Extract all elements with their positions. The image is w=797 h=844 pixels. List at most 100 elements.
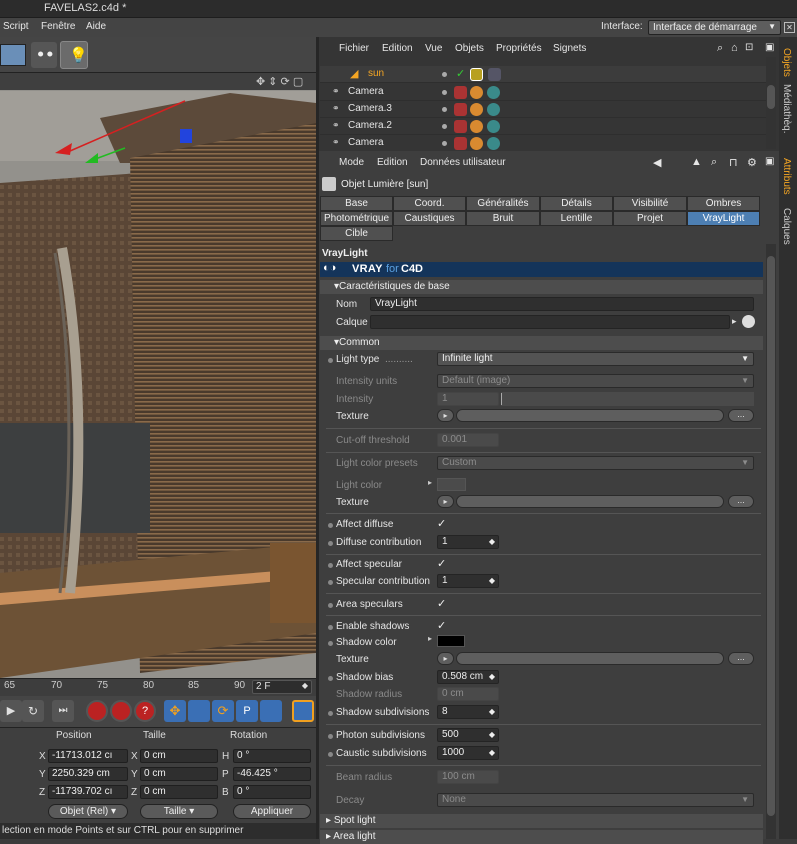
intensity-slider[interactable] bbox=[501, 392, 754, 406]
timeline-icon[interactable] bbox=[292, 700, 314, 722]
help-key-icon[interactable]: ? bbox=[134, 700, 156, 722]
side-tab-attributs[interactable]: Attributs bbox=[781, 158, 792, 195]
animation-dot[interactable] bbox=[328, 580, 333, 585]
menu-script[interactable]: Script bbox=[3, 21, 29, 32]
grid-icon[interactable] bbox=[0, 44, 26, 66]
light-bulb-icon[interactable]: 💡 bbox=[60, 41, 88, 69]
tab-projet[interactable]: Projet bbox=[613, 211, 687, 226]
stepper-icon[interactable]: ◆ bbox=[489, 536, 495, 548]
protection-tag-icon[interactable] bbox=[470, 137, 483, 150]
lock-icon[interactable]: ⊡ bbox=[745, 42, 753, 53]
cutoff-field[interactable]: 0.001 bbox=[437, 433, 499, 447]
texture-play-button[interactable]: ▸ bbox=[437, 409, 454, 422]
affect-diffuse-checkbox[interactable]: ✓ bbox=[437, 517, 446, 530]
list-item[interactable]: ⚭ Camera.3 bbox=[320, 101, 768, 118]
expand-icon[interactable]: ▣ bbox=[765, 42, 774, 53]
position-x-field[interactable]: -11713.012 cı bbox=[48, 749, 128, 763]
grid-key-icon[interactable] bbox=[260, 700, 282, 722]
tab-vraylight[interactable]: VrayLight bbox=[687, 211, 760, 226]
back-arrow-icon[interactable]: ◀ bbox=[653, 156, 661, 169]
tab-ombres[interactable]: Ombres bbox=[687, 196, 760, 211]
color-presets-select[interactable]: Custom ▼ bbox=[437, 456, 754, 470]
animation-dot[interactable] bbox=[328, 563, 333, 568]
rotation-h-field[interactable]: 0 ° bbox=[233, 749, 311, 763]
list-item[interactable]: ⚭ Camera bbox=[320, 135, 768, 152]
tab-cible[interactable]: Cible bbox=[320, 226, 393, 241]
protection-tag-icon[interactable] bbox=[470, 120, 483, 133]
animation-dot[interactable] bbox=[328, 641, 333, 646]
tab-caustiques[interactable]: Caustiques bbox=[393, 211, 466, 226]
camera-icon[interactable]: ⚫⚫ bbox=[31, 42, 57, 68]
size-z-field[interactable]: 0 cm bbox=[140, 785, 218, 799]
tab-details[interactable]: Détails bbox=[540, 196, 613, 211]
object-scrollbar[interactable] bbox=[766, 57, 776, 149]
skip-end-icon[interactable]: ⏭ bbox=[52, 700, 74, 722]
record-icon[interactable] bbox=[86, 700, 108, 722]
animation-dot[interactable] bbox=[328, 523, 333, 528]
shadow-subdiv-field[interactable]: 8 ◆ bbox=[437, 705, 499, 719]
specular-contrib-field[interactable]: 1 ◆ bbox=[437, 574, 499, 588]
tab-bruit[interactable]: Bruit bbox=[466, 211, 540, 226]
target-tag-icon[interactable] bbox=[487, 86, 500, 99]
animation-dot[interactable] bbox=[328, 752, 333, 757]
expand-arrow-icon[interactable]: ▸ bbox=[428, 634, 432, 643]
autokey-icon[interactable] bbox=[110, 700, 132, 722]
light-type-select[interactable]: Infinite light ▼ bbox=[437, 352, 754, 366]
move-icon[interactable]: ✥ bbox=[164, 700, 186, 722]
list-item[interactable]: ⚭ Camera bbox=[320, 84, 768, 101]
scale-icon[interactable] bbox=[188, 700, 210, 722]
tab-photometrique[interactable]: Photométrique bbox=[320, 211, 393, 226]
stepper-icon[interactable]: ◆ bbox=[489, 729, 495, 741]
tab-lentille[interactable]: Lentille bbox=[540, 211, 613, 226]
animation-dot[interactable] bbox=[328, 541, 333, 546]
side-tab-objets[interactable]: Objets bbox=[781, 48, 792, 77]
target-tag-icon[interactable] bbox=[487, 120, 500, 133]
size-y-field[interactable]: 0 cm bbox=[140, 767, 218, 781]
common-section[interactable]: ▾Common bbox=[320, 336, 763, 350]
area-specular-checkbox[interactable]: ✓ bbox=[437, 597, 446, 610]
animation-dot[interactable] bbox=[328, 603, 333, 608]
menu-mode[interactable]: Mode bbox=[339, 157, 364, 168]
coord-mode-select[interactable]: Objet (Rel) ▾ bbox=[48, 804, 128, 819]
current-frame-field[interactable]: 2 F ◆ bbox=[252, 680, 312, 694]
area-light-section[interactable]: ▸ Area light bbox=[320, 830, 763, 844]
close-icon[interactable]: ✕ bbox=[784, 22, 795, 33]
rotation-p-field[interactable]: -46.425 ° bbox=[233, 767, 311, 781]
pointer-icon[interactable]: ▲ bbox=[691, 156, 702, 168]
apply-button[interactable]: Appliquer bbox=[233, 804, 311, 819]
arrow-right-icon[interactable]: ▸ bbox=[732, 316, 737, 327]
menu-aide[interactable]: Aide bbox=[86, 21, 106, 32]
animation-dot[interactable] bbox=[328, 625, 333, 630]
shadow-radius-field[interactable]: 0 cm bbox=[437, 687, 499, 701]
target-tag-icon[interactable] bbox=[488, 68, 501, 81]
home-icon[interactable]: ⌂ bbox=[731, 42, 738, 54]
texture-slot[interactable] bbox=[456, 409, 724, 422]
shadow-color-swatch[interactable] bbox=[437, 635, 465, 647]
animation-dot[interactable] bbox=[328, 676, 333, 681]
tab-generalites[interactable]: Généralités bbox=[466, 196, 540, 211]
play-icon[interactable]: ▶ bbox=[0, 700, 22, 722]
menu-edition[interactable]: Edition bbox=[377, 157, 408, 168]
target-tag-icon[interactable] bbox=[487, 137, 500, 150]
layer-tag-icon[interactable] bbox=[454, 103, 467, 116]
texture2-play-button[interactable]: ▸ bbox=[437, 495, 454, 508]
scrollbar-thumb[interactable] bbox=[767, 256, 775, 816]
settings-icon[interactable]: ⚙ bbox=[747, 156, 757, 169]
side-tab-mediatheque[interactable]: Médiathèq. bbox=[781, 84, 792, 133]
lock-icon[interactable]: ⊓ bbox=[729, 156, 738, 169]
caustic-subdiv-field[interactable]: 1000 ◆ bbox=[437, 746, 499, 760]
layer-tag-icon[interactable] bbox=[454, 120, 467, 133]
expand-arrow-icon[interactable]: ▸ bbox=[428, 478, 432, 487]
animation-dot[interactable] bbox=[328, 711, 333, 716]
tab-base[interactable]: Base bbox=[320, 196, 393, 211]
animation-dot[interactable] bbox=[328, 358, 333, 363]
expand-icon[interactable]: ▣ bbox=[765, 156, 774, 167]
tab-visibilite[interactable]: Visibilité bbox=[613, 196, 687, 211]
intensity-field[interactable]: 1 bbox=[437, 392, 499, 406]
enable-shadows-checkbox[interactable]: ✓ bbox=[437, 619, 446, 632]
rotation-b-field[interactable]: 0 ° bbox=[233, 785, 311, 799]
menu-fichier[interactable]: Fichier bbox=[339, 43, 369, 54]
texture3-play-button[interactable]: ▸ bbox=[437, 652, 454, 665]
stepper-icon[interactable]: ◆ bbox=[489, 671, 495, 683]
light-color-swatch[interactable] bbox=[437, 478, 466, 491]
